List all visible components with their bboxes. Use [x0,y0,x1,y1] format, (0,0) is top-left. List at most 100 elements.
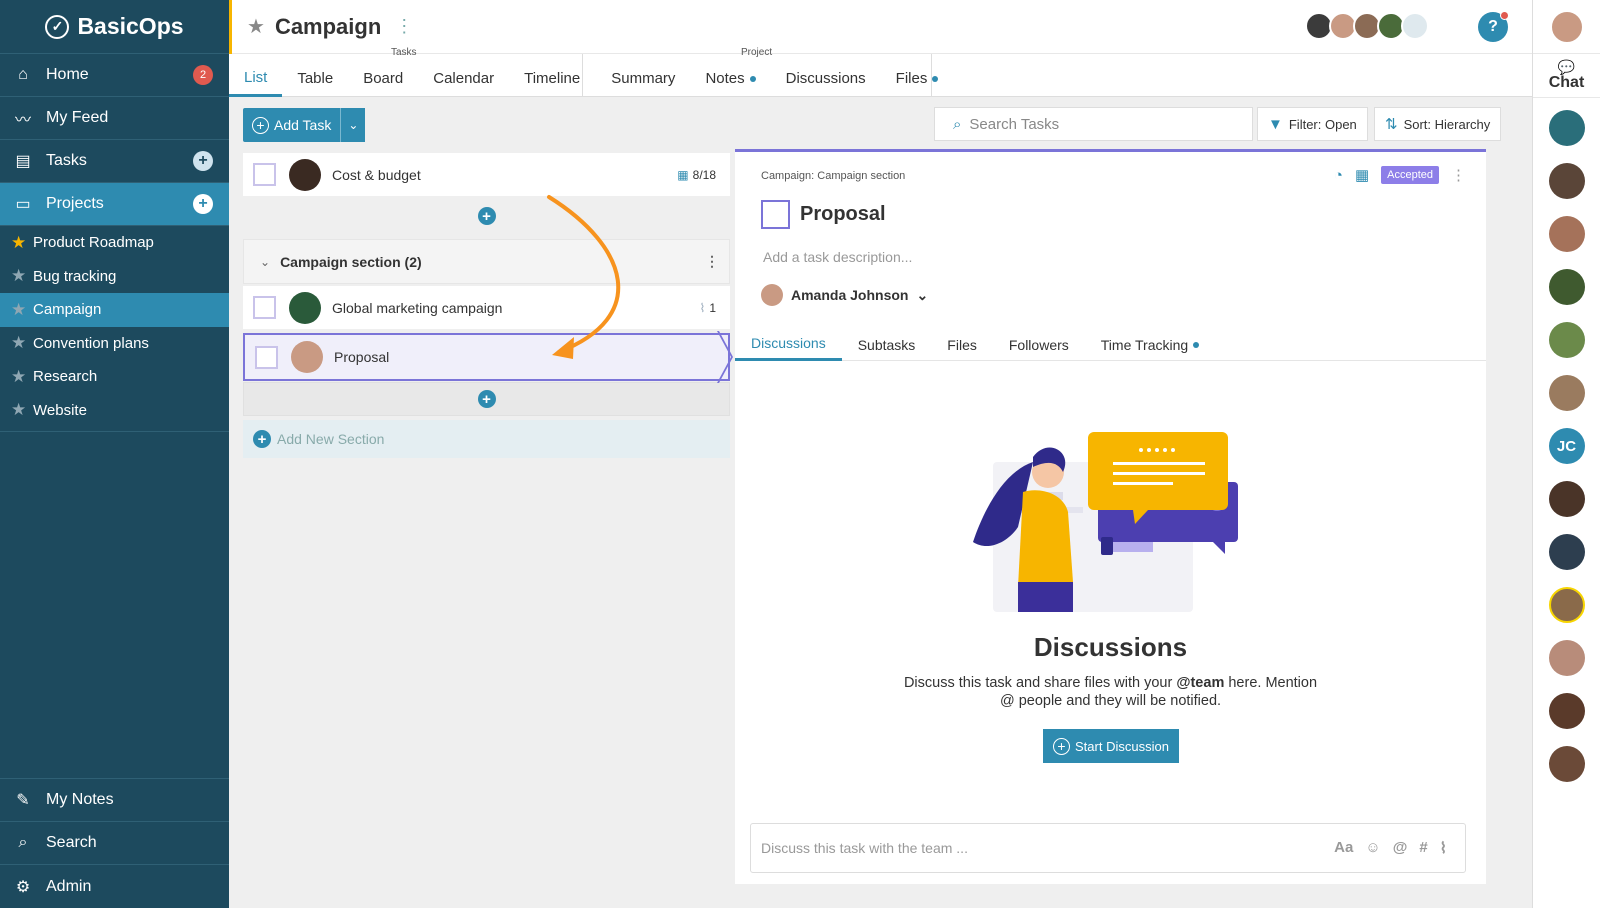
project-item-convention-plans[interactable]: ★ Convention plans [0,327,229,361]
tab-label: Timeline [524,70,581,87]
tab-files[interactable]: Files [881,54,954,97]
avatar[interactable] [1548,693,1585,729]
status-badge[interactable]: Accepted [1381,166,1439,184]
nav-search-label: Search [46,834,97,851]
task-title-text[interactable]: Proposal [800,203,886,226]
avatar[interactable] [1548,322,1585,358]
avatar[interactable] [1548,746,1585,782]
add-task-button[interactable]: + Add Task [243,108,341,142]
calendar-icon[interactable]: ▦ [1355,166,1369,184]
tab-label: Files [895,70,928,87]
task-checkbox[interactable] [761,200,790,229]
task-name: Cost & budget [332,166,421,183]
avatar[interactable] [1549,9,1584,44]
brand-logo[interactable]: ✓ BasicOps [0,0,229,54]
nav-my-notes[interactable]: ✎ My Notes [0,779,229,822]
avatar[interactable] [1548,587,1585,623]
assignee-name: Amanda Johnson [791,287,909,303]
star-icon[interactable]: ★ [11,367,31,387]
star-icon[interactable]: ★ [11,333,31,353]
add-project-plus-icon[interactable]: + [193,194,213,214]
section-header[interactable]: ⌄ Campaign section (2) ⋮ [243,239,730,284]
unread-dot [749,75,756,82]
tab-divider [931,54,932,97]
section-menu-icon[interactable]: ⋮ [705,253,719,270]
project-members[interactable] [1305,12,1429,40]
star-icon[interactable]: ★ [11,233,31,253]
nav-projects[interactable]: ▭ Projects + [0,183,229,226]
avatar[interactable] [1548,110,1585,146]
nav-tasks[interactable]: ▤ Tasks + [0,140,229,183]
breadcrumb[interactable]: Campaign: Campaign section [761,170,905,182]
more-options-icon[interactable]: ⋮ [395,16,413,37]
current-user[interactable] [1533,0,1600,54]
avatar[interactable] [1548,534,1585,570]
tab-files[interactable]: Files [931,328,993,361]
tab-notes[interactable]: Notes [690,54,770,97]
tab-list[interactable]: List [229,54,283,97]
tab-time-tracking[interactable]: Time Tracking [1085,328,1215,361]
star-icon[interactable]: ★ [11,300,31,320]
task-row[interactable]: Cost & budget ▦ 8/18 [243,153,730,196]
task-checkbox[interactable] [255,345,278,369]
team-icon[interactable] [1401,12,1429,40]
task-row[interactable]: Global marketing campaign ⌇ 1 [243,286,730,329]
tab-discussions[interactable]: Discussions [771,54,881,97]
tab-calendar[interactable]: Calendar [418,54,509,97]
project-item-product-roadmap[interactable]: ★ Product Roadmap [0,226,229,260]
nav-my-feed[interactable]: 〰 My Feed [0,97,229,140]
filter-button[interactable]: ▼ Filter: Open [1257,107,1368,141]
mention-icon[interactable]: @ [1393,839,1408,857]
avatar[interactable] [1548,269,1585,305]
add-task-row[interactable]: + [243,382,730,416]
star-icon[interactable]: ★ [11,266,31,286]
avatar-initials[interactable]: JC [1548,428,1585,464]
project-item-campaign[interactable]: ★ Campaign [0,293,229,327]
add-task-row[interactable]: + [243,197,730,235]
task-checkbox[interactable] [253,163,276,186]
avatar[interactable] [1548,216,1585,252]
discussion-composer-input[interactable]: Discuss this task with the team ... Aa ☺… [750,823,1466,873]
tab-followers[interactable]: Followers [993,328,1085,361]
format-text-icon[interactable]: Aa [1334,839,1353,857]
tab-subtasks[interactable]: Subtasks [842,328,932,361]
avatar[interactable] [1548,375,1585,411]
emoji-icon[interactable]: ☺ [1365,839,1380,857]
chat-column: 💬 Chat JC [1532,0,1600,908]
search-tasks-input[interactable]: ⌕ Search Tasks [934,107,1253,141]
nav-home[interactable]: ⌂ Home 2 [0,54,229,97]
paperclip-icon[interactable]: ⌇ [1440,839,1447,857]
tab-board[interactable]: Board [348,54,418,97]
hashtag-icon[interactable]: # [1419,839,1427,857]
chevron-down-icon[interactable]: ⌄ [260,255,270,269]
task-row-selected[interactable]: Proposal [243,333,730,381]
add-new-section-button[interactable]: + Add New Section [243,420,730,458]
avatar[interactable] [1548,163,1585,199]
tab-table[interactable]: Table [282,54,348,97]
nav-admin[interactable]: ⚙ Admin [0,865,229,908]
clipboard-icon: ▤ [15,153,31,170]
star-icon[interactable]: ★ [11,400,31,420]
main-content: + Add Task ⌄ ⌕ Search Tasks ▼ Filter: Op… [229,97,1532,908]
more-options-icon[interactable]: ⋮ [1451,166,1466,184]
tab-summary[interactable]: Summary [596,54,690,97]
assignee-picker[interactable]: Amanda Johnson ⌄ [761,284,928,306]
avatar[interactable] [1548,640,1585,676]
add-task-dropdown[interactable]: ⌄ [340,108,366,142]
favorite-star-icon[interactable]: ★ [247,14,265,39]
help-icon[interactable]: ? [1478,11,1509,42]
tab-discussions[interactable]: Discussions [735,328,842,361]
task-checkbox[interactable] [253,296,276,319]
start-discussion-button[interactable]: + Start Discussion [1043,729,1179,763]
sort-button[interactable]: ⇅ Sort: Hierarchy [1374,107,1502,141]
avatar [289,291,321,324]
task-description-input[interactable]: Add a task description... [763,249,912,265]
project-item-website[interactable]: ★ Website [0,394,229,428]
avatar[interactable] [1548,481,1585,517]
chat-button[interactable]: 💬 Chat [1533,54,1600,98]
nav-search[interactable]: ⌕ Search [0,822,229,865]
project-item-bug-tracking[interactable]: ★ Bug tracking [0,260,229,294]
add-task-plus-icon[interactable]: + [193,151,213,171]
project-item-research[interactable]: ★ Research [0,360,229,394]
timer-icon[interactable]: ◔ [1334,167,1343,184]
